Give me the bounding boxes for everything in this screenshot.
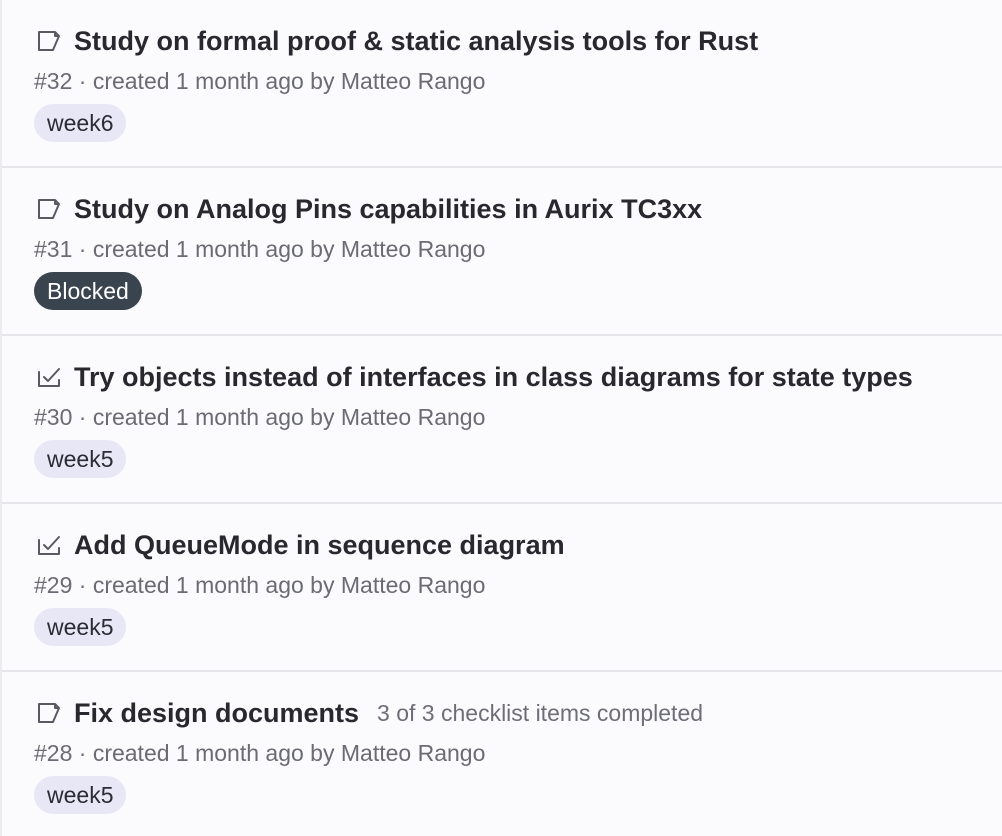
issue-labels: week5: [34, 608, 1002, 648]
issue-number: #30: [34, 404, 73, 430]
issue-title-line: Study on Analog Pins capabilities in Aur…: [34, 192, 1002, 226]
issue-meta: #28 · created 1 month ago by Matteo Rang…: [34, 738, 1002, 768]
issue-row[interactable]: Study on formal proof & static analysis …: [2, 0, 1002, 168]
issue-created-text: · created 1 month ago by: [78, 740, 335, 766]
issue-title[interactable]: Study on formal proof & static analysis …: [74, 26, 758, 57]
issue-title-line: Fix design documents 3 of 3 checklist it…: [34, 696, 1002, 730]
issue-row[interactable]: Add QueueMode in sequence diagram #29 · …: [2, 504, 1002, 672]
issue-title[interactable]: Fix design documents: [74, 698, 359, 729]
label-badge[interactable]: week5: [34, 776, 127, 814]
issue-created-text: · created 1 month ago by: [78, 404, 335, 430]
issue-author-link[interactable]: Matteo Rango: [341, 572, 485, 598]
issue-number: #32: [34, 68, 73, 94]
issue-row[interactable]: Fix design documents 3 of 3 checklist it…: [2, 672, 1002, 836]
issue-created-text: · created 1 month ago by: [78, 68, 335, 94]
task-done-icon: [34, 530, 64, 560]
issue-number: #29: [34, 572, 73, 598]
issue-title[interactable]: Study on Analog Pins capabilities in Aur…: [74, 194, 702, 225]
issue-title-line: Try objects instead of interfaces in cla…: [34, 360, 1002, 394]
issue-number: #31: [34, 236, 73, 262]
task-done-icon: [34, 362, 64, 392]
issue-labels: Blocked: [34, 272, 1002, 312]
issue-meta: #30 · created 1 month ago by Matteo Rang…: [34, 402, 1002, 432]
issue-labels: week5: [34, 440, 1002, 480]
checklist-progress: 3 of 3 checklist items completed: [377, 699, 704, 726]
issue-title[interactable]: Add QueueMode in sequence diagram: [74, 530, 565, 561]
issue-meta: #29 · created 1 month ago by Matteo Rang…: [34, 570, 1002, 600]
issue-meta: #32 · created 1 month ago by Matteo Rang…: [34, 66, 1002, 96]
issue-open-icon: [34, 194, 64, 224]
issue-created-text: · created 1 month ago by: [78, 572, 335, 598]
issue-open-icon: [34, 26, 64, 56]
issue-meta: #31 · created 1 month ago by Matteo Rang…: [34, 234, 1002, 264]
issue-labels: week6: [34, 104, 1002, 144]
issue-number: #28: [34, 740, 73, 766]
issue-row[interactable]: Study on Analog Pins capabilities in Aur…: [2, 168, 1002, 336]
issue-open-icon: [34, 698, 64, 728]
issue-author-link[interactable]: Matteo Rango: [341, 68, 485, 94]
issue-author-link[interactable]: Matteo Rango: [341, 236, 485, 262]
issue-author-link[interactable]: Matteo Rango: [341, 740, 485, 766]
label-badge[interactable]: week6: [34, 104, 127, 142]
issue-labels: week5: [34, 776, 1002, 816]
issue-author-link[interactable]: Matteo Rango: [341, 404, 485, 430]
label-badge[interactable]: Blocked: [34, 272, 142, 310]
issue-row[interactable]: Try objects instead of interfaces in cla…: [2, 336, 1002, 504]
label-badge[interactable]: week5: [34, 440, 127, 478]
issue-title[interactable]: Try objects instead of interfaces in cla…: [74, 362, 913, 393]
issue-created-text: · created 1 month ago by: [78, 236, 335, 262]
issue-title-line: Add QueueMode in sequence diagram: [34, 528, 1002, 562]
issue-list: Study on formal proof & static analysis …: [0, 0, 1002, 836]
issue-title-line: Study on formal proof & static analysis …: [34, 24, 1002, 58]
label-badge[interactable]: week5: [34, 608, 127, 646]
